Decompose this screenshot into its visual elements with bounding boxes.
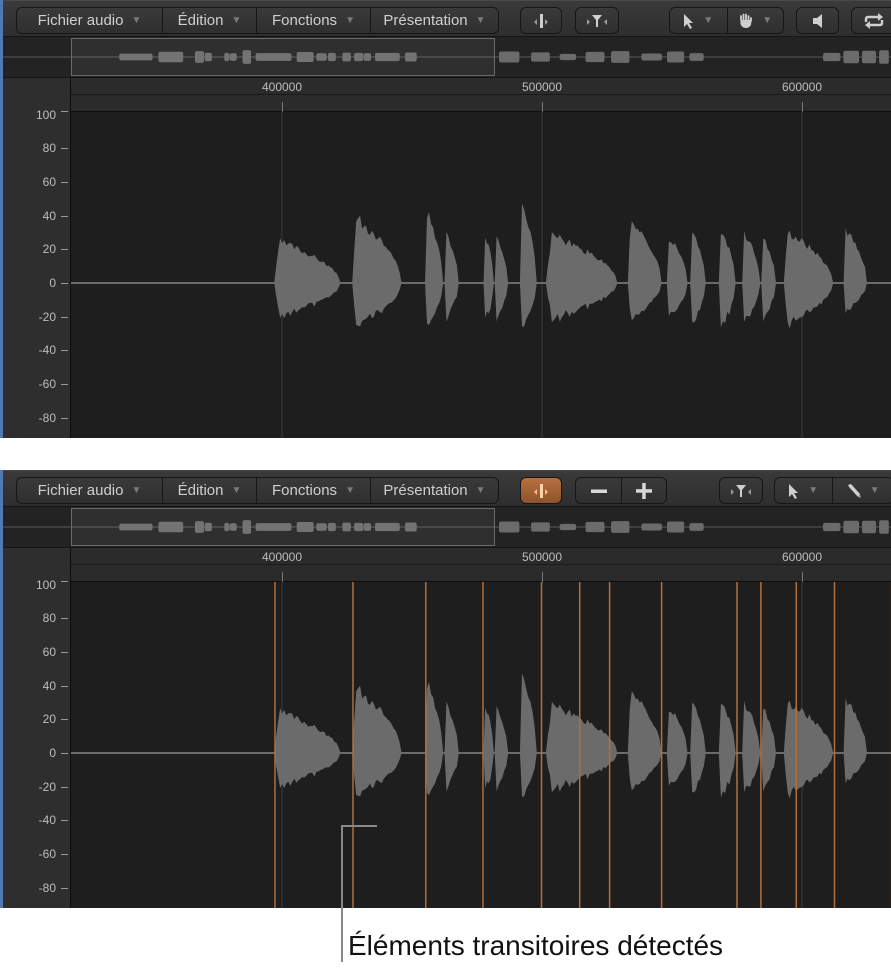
callout-leader-line — [341, 825, 377, 962]
callout-label: Éléments transitoires détectés — [348, 930, 724, 961]
